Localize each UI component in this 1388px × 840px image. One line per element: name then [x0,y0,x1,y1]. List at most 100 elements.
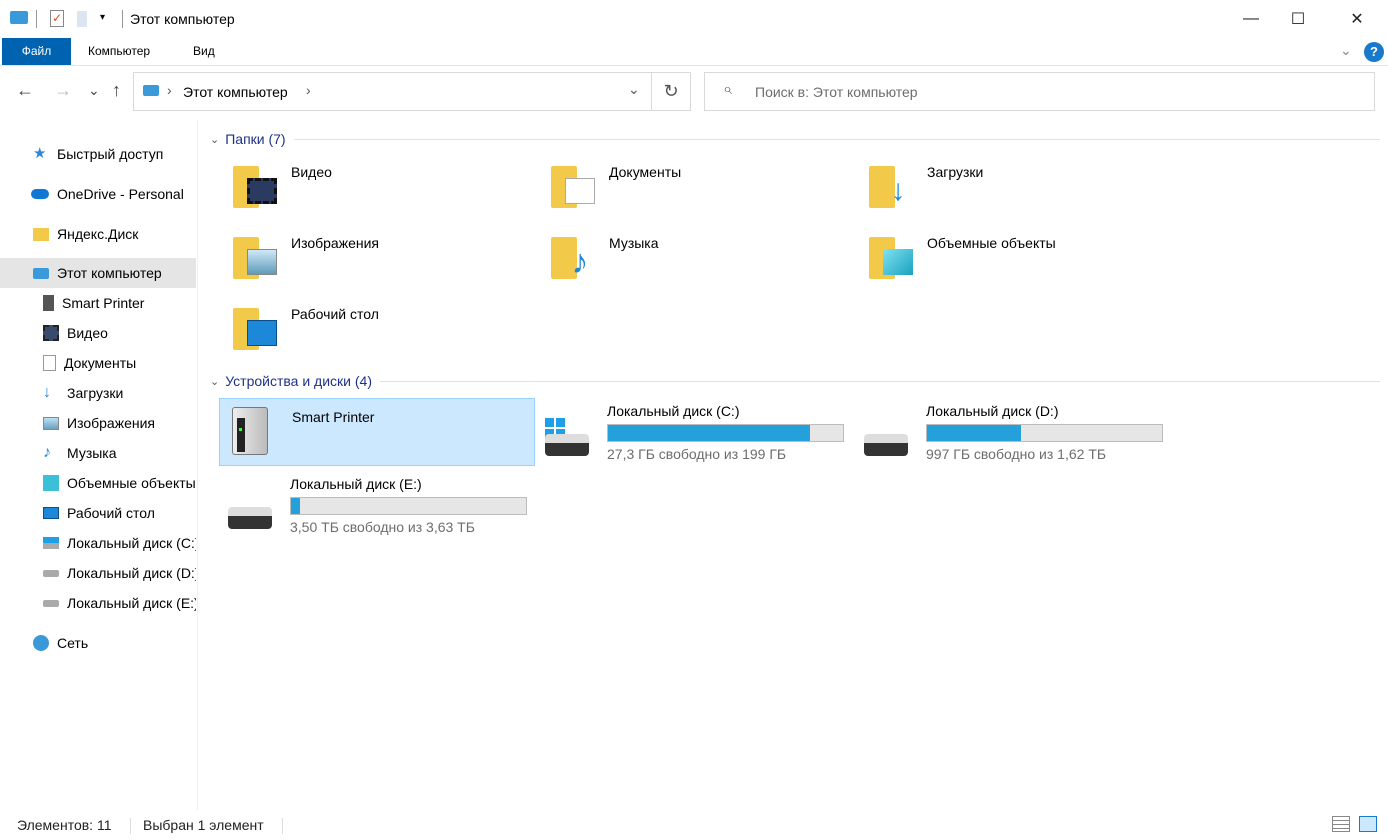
download-icon: ↓ [43,384,51,401]
document-icon [565,178,595,204]
folder-icon: ↓ [869,160,913,208]
folder-documents[interactable]: Документы [537,154,853,220]
drive-icon [43,569,59,577]
folder-name: Видео [291,164,332,180]
folder-3d-objects[interactable]: Объемные объекты [855,225,1171,291]
breadcrumb-separator[interactable]: › [167,82,172,98]
device-name: Локальный диск (C:) [607,403,740,419]
storage-usage-fill [608,425,811,441]
tab-computer[interactable]: Компьютер [70,38,168,65]
tab-view[interactable]: Вид [175,38,233,65]
cube-icon [43,475,59,491]
storage-usage-fill [927,425,1021,441]
sidebar-item-pictures[interactable]: Изображения [0,408,196,438]
sidebar-item-drive-c[interactable]: Локальный диск (C:) [0,528,196,558]
details-view-button[interactable] [1332,816,1350,832]
search-placeholder: Поиск в: Этот компьютер [755,84,918,100]
storage-usage-bar [926,424,1163,442]
minimize-button[interactable]: — [1228,0,1274,38]
new-folder-icon[interactable] [77,11,87,27]
up-button[interactable]: ↑ [112,80,121,101]
group-header-folders[interactable]: ⌄ Папки (7) [210,131,1380,147]
star-icon: ★ [33,145,47,162]
music-icon: ♪ [43,444,51,461]
sidebar-item-downloads[interactable]: ↓ Загрузки [0,378,196,408]
help-icon[interactable]: ? [1364,42,1384,62]
drive-icon [43,537,59,549]
printer-drive-icon [43,295,54,311]
folder-music[interactable]: ♪ Музыка [537,225,853,291]
properties-icon[interactable]: ✓ [50,10,64,27]
sidebar-item-this-pc[interactable]: Этот компьютер [0,258,196,288]
desktop-icon [43,507,59,519]
free-space-text: 3,50 ТБ свободно из 3,63 ТБ [290,519,475,535]
search-icon: ⌕ [723,81,732,98]
sidebar-item-smart-printer[interactable]: Smart Printer [0,288,196,318]
device-smart-printer[interactable]: Smart Printer [219,398,535,466]
status-bar: Элементов: 11 Выбран 1 элемент [0,812,1388,840]
sidebar-item-yandex-disk[interactable]: Яндекс.Диск [0,219,196,249]
device-drive-c[interactable]: Локальный диск (C:) 27,3 ГБ свободно из … [535,398,851,466]
sidebar-item-quick-access[interactable]: ★ Быстрый доступ [0,139,196,169]
folder-name: Документы [609,164,682,180]
image-icon [43,416,59,430]
breadcrumb-this-pc[interactable]: Этот компьютер [183,84,288,100]
folder-icon [233,302,277,350]
network-icon [33,635,49,651]
divider [293,138,1380,140]
window-title: Этот компьютер [130,11,235,27]
breadcrumb-separator[interactable]: › [306,82,311,98]
recent-locations-button[interactable]: ⌄ [88,82,100,99]
drive-icon [228,507,272,529]
device-name: Smart Printer [292,409,375,425]
address-bar[interactable]: › Этот компьютер › ⌄ [133,72,652,111]
sidebar-item-network[interactable]: Сеть [0,628,196,658]
divider [282,818,283,834]
search-input[interactable]: ⌕ Поиск в: Этот компьютер [704,72,1375,111]
sidebar-item-music[interactable]: ♪ Музыка [0,438,196,468]
sidebar-item-label: Локальный диск (E:) [67,595,196,611]
close-button[interactable]: ✕ [1334,0,1380,38]
sidebar-item-desktop[interactable]: Рабочий стол [0,498,196,528]
device-drive-d[interactable]: Локальный диск (D:) 997 ГБ свободно из 1… [854,398,1170,466]
folder-downloads[interactable]: ↓ Загрузки [855,154,1171,220]
sidebar-item-label: Локальный диск (C:) [67,535,196,551]
navigation-pane: ★ Быстрый доступ OneDrive - Personal Янде… [0,120,198,810]
sidebar-item-onedrive[interactable]: OneDrive - Personal [0,179,196,209]
collapse-icon[interactable]: ⌄ [210,133,219,146]
sidebar-item-3d-objects[interactable]: Объемные объекты [0,468,196,498]
address-dropdown-icon[interactable]: ⌄ [628,81,640,98]
maximize-button[interactable]: ☐ [1275,0,1321,38]
video-icon [247,178,277,204]
folder-video[interactable]: Видео [219,154,535,220]
collapse-icon[interactable]: ⌄ [210,375,219,388]
folder-name: Музыка [609,235,659,251]
device-drive-e[interactable]: Локальный диск (E:) 3,50 ТБ свободно из … [218,471,534,539]
expand-ribbon-icon[interactable]: ⌄ [1340,42,1352,59]
image-icon [247,249,277,275]
sidebar-item-label: Видео [67,325,108,341]
tab-file[interactable]: Файл [2,38,71,65]
sidebar-item-documents[interactable]: Документы [0,348,196,378]
forward-button[interactable]: → [54,80,72,101]
ribbon: Файл Компьютер Вид ⌄ ? [0,38,1388,66]
sidebar-item-label: Объемные объекты [67,475,196,491]
sidebar-item-drive-e[interactable]: Локальный диск (E:) [0,588,196,618]
folder-name: Рабочий стол [291,306,379,322]
group-header-devices[interactable]: ⌄ Устройства и диски (4) [210,373,1380,389]
folder-icon [233,160,277,208]
folder-desktop[interactable]: Рабочий стол [219,296,535,362]
folder-icon [551,160,595,208]
sidebar-item-drive-d[interactable]: Локальный диск (D:) [0,558,196,588]
sidebar-item-video[interactable]: Видео [0,318,196,348]
refresh-button[interactable]: ↻ [652,72,691,111]
customize-toolbar-icon[interactable]: ▾ [100,12,105,23]
sidebar-item-label: Документы [64,355,137,371]
storage-usage-fill [291,498,301,514]
back-button[interactable]: ← [16,80,34,101]
divider [36,10,37,28]
folder-pictures[interactable]: Изображения [219,225,535,291]
device-name: Локальный диск (D:) [926,403,1059,419]
divider [130,818,131,834]
large-icons-view-button[interactable] [1359,816,1377,832]
